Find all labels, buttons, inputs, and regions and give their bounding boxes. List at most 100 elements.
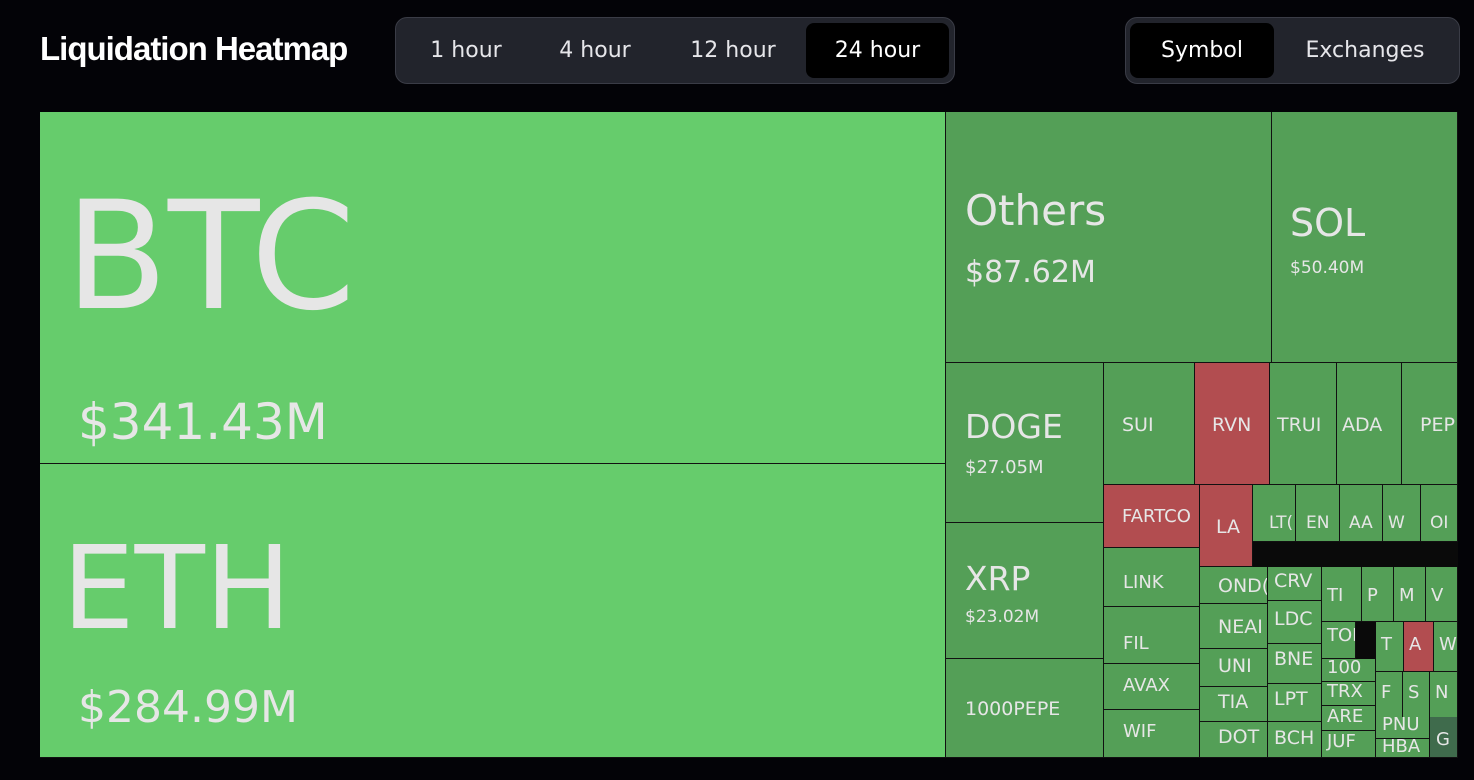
- tab-exchanges[interactable]: Exchanges: [1278, 23, 1452, 78]
- tile-symbol: DOGE: [965, 407, 1063, 446]
- heatmap-tile[interactable]: FIL: [1104, 607, 1200, 664]
- tile-symbol: SOL: [1290, 201, 1366, 245]
- heatmap-tile[interactable]: BTC $341.43M: [40, 112, 946, 464]
- heatmap-tile[interactable]: PNU: [1376, 717, 1430, 739]
- heatmap-tile[interactable]: TON: [1322, 622, 1356, 659]
- heatmap-tile[interactable]: A: [1404, 622, 1434, 672]
- tile-symbol: TI: [1327, 585, 1344, 606]
- tile-symbol: W: [1439, 634, 1457, 655]
- heatmap-tile[interactable]: TRUI: [1270, 363, 1337, 485]
- tile-symbol: RVN: [1212, 414, 1252, 436]
- heatmap-tile[interactable]: XRP $23.02M: [946, 523, 1104, 659]
- heatmap-tile[interactable]: AA: [1340, 485, 1383, 542]
- tile-symbol: OI: [1430, 513, 1449, 533]
- heatmap-tile[interactable]: N: [1430, 672, 1458, 722]
- tile-symbol: T: [1381, 634, 1392, 655]
- time-range-selector: 1 hour 4 hour 12 hour 24 hour: [395, 17, 955, 84]
- tab-12-hour[interactable]: 12 hour: [662, 23, 804, 78]
- tile-symbol: BNE: [1274, 648, 1314, 670]
- heatmap-tile[interactable]: FARTCO: [1104, 485, 1200, 548]
- heatmap-tile[interactable]: ADA: [1337, 363, 1402, 485]
- heatmap-tile[interactable]: EN: [1296, 485, 1340, 542]
- heatmap-tile[interactable]: W: [1383, 485, 1421, 542]
- tile-symbol: G: [1436, 729, 1450, 750]
- tile-symbol: PNU: [1382, 717, 1420, 735]
- heatmap-tile[interactable]: T: [1376, 622, 1404, 672]
- heatmap-tile[interactable]: TIA: [1200, 687, 1268, 722]
- tile-symbol: ETH: [62, 522, 292, 656]
- heatmap-tile[interactable]: DOT: [1200, 722, 1268, 758]
- heatmap-tile[interactable]: TI: [1322, 567, 1362, 622]
- heatmap-tile[interactable]: W: [1434, 622, 1458, 672]
- tile-value: $23.02M: [965, 607, 1040, 627]
- heatmap-tile[interactable]: V: [1426, 567, 1458, 622]
- heatmap-tile[interactable]: TRX: [1322, 682, 1376, 706]
- heatmap-tile[interactable]: 100: [1322, 659, 1376, 682]
- tab-24-hour[interactable]: 24 hour: [806, 23, 949, 78]
- tile-symbol: F: [1381, 682, 1392, 703]
- heatmap-tile[interactable]: OI: [1421, 485, 1458, 542]
- heatmap-tile[interactable]: ETH $284.99M: [40, 464, 946, 758]
- tab-symbol[interactable]: Symbol: [1130, 23, 1274, 78]
- tile-symbol: XRP: [965, 559, 1031, 598]
- heatmap-tile[interactable]: Others $87.62M: [946, 112, 1272, 363]
- heatmap-tile[interactable]: SUI: [1104, 363, 1195, 485]
- tab-4-hour[interactable]: 4 hour: [532, 23, 658, 78]
- page-title: Liquidation Heatmap: [40, 30, 348, 67]
- heatmap-tile[interactable]: NEAI: [1200, 604, 1268, 649]
- tile-symbol: SUI: [1122, 414, 1154, 436]
- tile-symbol: LA: [1216, 516, 1241, 538]
- heatmap-tile[interactable]: BCH: [1268, 722, 1322, 758]
- tile-symbol: DOT: [1218, 726, 1260, 748]
- heatmap-tile[interactable]: G: [1430, 717, 1458, 758]
- heatmap-tile[interactable]: ARE: [1322, 706, 1376, 731]
- tile-symbol: N: [1435, 682, 1449, 703]
- heatmap-tile[interactable]: BNE: [1268, 644, 1322, 684]
- tile-symbol: AVAX: [1123, 675, 1170, 696]
- tile-symbol: TRUI: [1277, 414, 1322, 436]
- tile-symbol: JUF: [1327, 731, 1356, 752]
- heatmap-tile[interactable]: M: [1394, 567, 1426, 622]
- heatmap-tile[interactable]: 1000PEPE: [946, 659, 1104, 758]
- heatmap-tile[interactable]: RVN: [1195, 363, 1270, 485]
- tile-value: $87.62M: [965, 255, 1096, 290]
- tile-symbol: FARTCO: [1122, 506, 1191, 527]
- tile-symbol: PEP: [1420, 414, 1455, 436]
- tab-1-hour[interactable]: 1 hour: [404, 23, 528, 78]
- heatmap-tile[interactable]: SOL $50.40M: [1272, 112, 1458, 363]
- tile-symbol: 100: [1327, 659, 1362, 678]
- heatmap-tile[interactable]: HBA: [1376, 739, 1430, 758]
- tile-value: $341.43M: [78, 393, 328, 451]
- tile-symbol: FIL: [1123, 633, 1149, 654]
- heatmap-tile[interactable]: PEP: [1402, 363, 1458, 485]
- heatmap-tile[interactable]: LT(: [1253, 485, 1296, 542]
- heatmap-tile[interactable]: JUF: [1322, 731, 1376, 758]
- heatmap-tile[interactable]: LINK: [1104, 548, 1200, 607]
- tile-symbol: EN: [1306, 513, 1330, 533]
- tile-symbol: WIF: [1123, 721, 1157, 742]
- heatmap-tile[interactable]: UNI: [1200, 649, 1268, 687]
- heatmap-tile[interactable]: F: [1376, 672, 1403, 722]
- heatmap-tile[interactable]: LDC: [1268, 601, 1322, 644]
- tile-symbol: TON: [1327, 625, 1355, 646]
- tile-symbol: W: [1388, 513, 1405, 533]
- heatmap-tile[interactable]: DOGE $27.05M: [946, 363, 1104, 523]
- heatmap-tile[interactable]: AVAX: [1104, 664, 1200, 710]
- tile-symbol: 1000PEPE: [965, 698, 1061, 720]
- tile-value: $50.40M: [1290, 258, 1365, 278]
- heatmap-tile[interactable]: OND(: [1200, 567, 1268, 604]
- heatmap-tile[interactable]: LA: [1200, 485, 1253, 567]
- tile-symbol: NEAI: [1218, 616, 1263, 638]
- heatmap-tile[interactable]: WIF: [1104, 710, 1200, 758]
- heatmap-tile[interactable]: CRV: [1268, 567, 1322, 601]
- liquidation-treemap: BTC $341.43M ETH $284.99M Others $87.62M SOL $5…: [40, 112, 1458, 758]
- tile-symbol: OND(: [1218, 575, 1268, 597]
- heatmap-tile[interactable]: P: [1362, 567, 1394, 622]
- tile-symbol: M: [1399, 585, 1415, 606]
- tile-symbol: ADA: [1342, 414, 1383, 436]
- heatmap-tile[interactable]: LPT: [1268, 684, 1322, 722]
- tile-symbol: S: [1408, 682, 1420, 703]
- tile-symbol: TIA: [1218, 691, 1249, 713]
- tile-symbol: BTC: [65, 170, 356, 344]
- heatmap-tile[interactable]: S: [1403, 672, 1430, 722]
